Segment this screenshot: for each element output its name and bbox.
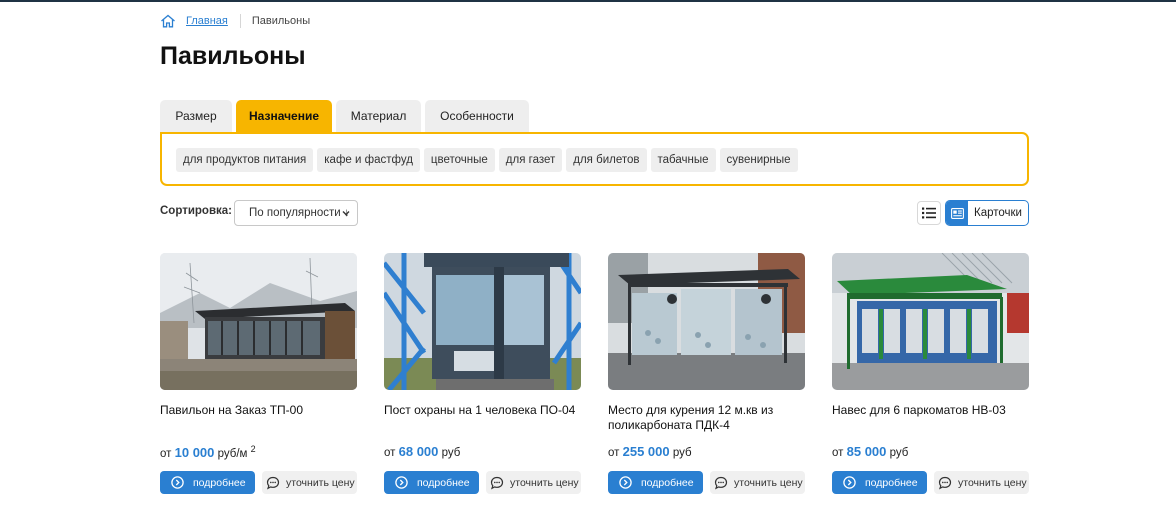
product-card: Павильон на Заказ ТП-00 от 10 000 руб/м …: [160, 253, 357, 494]
cards-icon: [946, 201, 968, 225]
product-price: от 255 000 руб: [608, 444, 692, 459]
cards-view-label: Карточки: [974, 207, 1022, 219]
ask-price-button[interactable]: уточнить цену: [934, 471, 1029, 494]
tab-purpose[interactable]: Назначение: [236, 100, 332, 132]
chat-bubble-icon: [938, 476, 952, 489]
chat-bubble-icon: [490, 476, 504, 489]
tab-features[interactable]: Особенности: [425, 100, 529, 132]
filter-chips-panel: для продуктов питания кафе и фастфуд цве…: [160, 132, 1029, 186]
breadcrumb-current: Павильоны: [251, 15, 311, 27]
cards-view-button[interactable]: Карточки: [945, 200, 1029, 226]
product-title[interactable]: Пост охраны на 1 человека ПО-04: [384, 403, 581, 418]
more-button[interactable]: подробнее: [608, 471, 703, 494]
arrow-circle-icon: [171, 476, 184, 489]
breadcrumb-home-link[interactable]: Главная: [186, 15, 228, 27]
page-title: Павильоны: [160, 42, 306, 70]
chat-bubble-icon: [266, 476, 280, 489]
product-image[interactable]: [160, 253, 357, 390]
list-view-button[interactable]: [917, 201, 941, 225]
product-card: Пост охраны на 1 человека ПО-04 от 68 00…: [384, 253, 581, 494]
ask-price-button[interactable]: уточнить цену: [486, 471, 581, 494]
more-button[interactable]: подробнее: [160, 471, 255, 494]
more-button[interactable]: подробнее: [832, 471, 927, 494]
sort-select[interactable]: По популярности ↓: [234, 200, 358, 226]
product-title[interactable]: Место для курения 12 м.кв из поликарбона…: [608, 403, 805, 433]
chip-tobacco[interactable]: табачные: [650, 148, 716, 172]
breadcrumb: Главная Павильоны: [160, 13, 310, 29]
chip-souvenirs[interactable]: сувенирные: [719, 148, 798, 172]
chip-newspapers[interactable]: для газет: [498, 148, 563, 172]
list-icon: [922, 207, 936, 219]
product-image[interactable]: [608, 253, 805, 390]
breadcrumb-separator: [239, 14, 241, 28]
product-image[interactable]: [384, 253, 581, 390]
chevron-down-icon: [342, 211, 350, 216]
filter-tabs: Размер Назначение Материал Особенности: [160, 100, 533, 132]
product-price: от 85 000 руб: [832, 444, 909, 459]
arrow-circle-icon: [619, 476, 632, 489]
tab-size[interactable]: Размер: [160, 100, 232, 132]
tab-material[interactable]: Материал: [336, 100, 421, 132]
product-price: от 10 000 руб/м 2: [160, 444, 256, 460]
chip-tickets[interactable]: для билетов: [566, 148, 647, 172]
arrow-circle-icon: [395, 476, 408, 489]
more-button[interactable]: подробнее: [384, 471, 479, 494]
ask-price-button[interactable]: уточнить цену: [710, 471, 805, 494]
product-card: Место для курения 12 м.кв из поликарбона…: [608, 253, 805, 494]
chip-food[interactable]: для продуктов питания: [176, 148, 314, 172]
product-title[interactable]: Навес для 6 паркоматов НВ-03: [832, 403, 1029, 418]
chat-bubble-icon: [714, 476, 728, 489]
product-image[interactable]: [832, 253, 1029, 390]
product-title[interactable]: Павильон на Заказ ТП-00: [160, 403, 357, 418]
product-card: Навес для 6 паркоматов НВ-03 от 85 000 р…: [832, 253, 1029, 494]
arrow-circle-icon: [843, 476, 856, 489]
home-icon[interactable]: [160, 14, 176, 28]
ask-price-button[interactable]: уточнить цену: [262, 471, 357, 494]
sort-select-value: По популярности ↓: [249, 207, 350, 219]
sort-label: Сортировка:: [160, 205, 233, 217]
catalog-page: Главная Павильоны Павильоны Размер Назна…: [160, 0, 1030, 507]
product-price: от 68 000 руб: [384, 444, 461, 459]
chip-cafe[interactable]: кафе и фастфуд: [317, 148, 420, 172]
chip-flowers[interactable]: цветочные: [423, 148, 495, 172]
